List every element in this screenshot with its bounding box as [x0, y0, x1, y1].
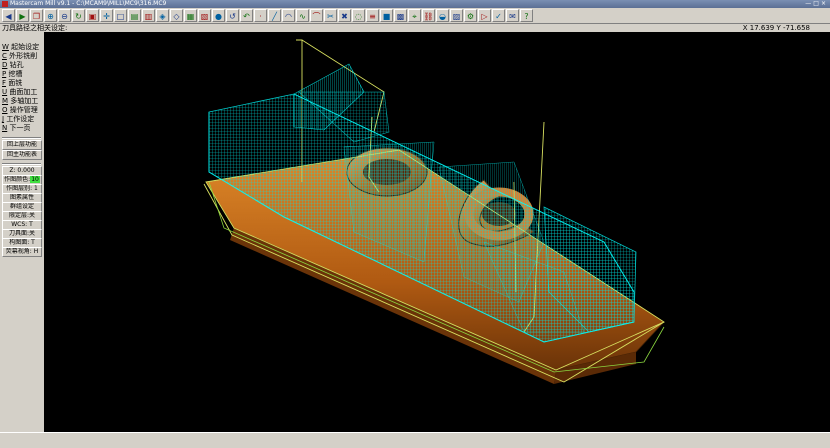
menu-item-job-setup[interactable]: W 起始设定 — [2, 43, 39, 52]
tplane-icon[interactable]: ▧ — [198, 9, 211, 22]
menu-item-pocket[interactable]: P 挖槽 — [2, 70, 22, 79]
cplane-icon[interactable]: ▦ — [184, 9, 197, 22]
window-controls[interactable]: —□× — [805, 0, 828, 8]
solid-icon[interactable]: ▨ — [450, 9, 463, 22]
graphics-viewport[interactable] — [44, 32, 830, 432]
point-icon[interactable]: · — [254, 9, 267, 22]
menu-item-next-page[interactable]: N 下一页 — [2, 124, 30, 133]
shade-icon[interactable]: ● — [212, 9, 225, 22]
menu-item-operations[interactable]: O 操作管理 — [2, 106, 38, 115]
analyze-icon[interactable]: ⌖ — [408, 9, 421, 22]
back-arrow-icon[interactable]: ◀ — [2, 9, 15, 22]
window-title: Mastercam Mill v9.1 - C:\MCAM9\MILL\MC9\… — [10, 0, 167, 7]
hide-icon[interactable]: ◌ — [352, 9, 365, 22]
prompt-bar: 刀具路径之相关设定: X 17.639 Y -71.658 — [0, 24, 830, 32]
forward-arrow-icon[interactable]: ▶ — [16, 9, 29, 22]
chain-icon[interactable]: ⛓ — [422, 9, 435, 22]
menu-item-face[interactable]: F 面铣 — [2, 79, 22, 88]
menu-divider — [2, 137, 41, 139]
surface-icon[interactable]: ◒ — [436, 9, 449, 22]
color-icon[interactable]: ■ — [380, 9, 393, 22]
menu-divider — [2, 163, 41, 165]
back-button[interactable]: 回上层功能 — [2, 140, 42, 150]
delete-icon[interactable]: ✖ — [338, 9, 351, 22]
post-icon[interactable]: ✉ — [506, 9, 519, 22]
main-menu: W 起始设定 C 外形铣削 D 钻孔 P 挖槽 F 面铣 U 曲面加工 M 多轴… — [0, 32, 45, 432]
zoom-window-icon[interactable]: ❐ — [30, 9, 43, 22]
spline-icon[interactable]: ∿ — [296, 9, 309, 22]
cursor-coordinates: X 17.639 Y -71.658 — [742, 24, 810, 32]
prompt-text: 刀具路径之相关设定: — [2, 24, 68, 32]
gview-top-icon[interactable]: □ — [114, 9, 127, 22]
verify-icon[interactable]: ✓ — [492, 9, 505, 22]
title-bar: Mastercam Mill v9.1 - C:\MCAM9\MILL\MC9\… — [0, 0, 830, 8]
menu-item-surface[interactable]: U 曲面加工 — [2, 88, 37, 97]
undo-icon[interactable]: ↶ — [240, 9, 253, 22]
backplot-icon[interactable]: ▷ — [478, 9, 491, 22]
line-icon[interactable]: ╱ — [268, 9, 281, 22]
rotate-icon[interactable]: ↺ — [226, 9, 239, 22]
mask-icon[interactable]: ▩ — [394, 9, 407, 22]
level-icon[interactable]: ≡ — [366, 9, 379, 22]
help-icon[interactable]: ? — [520, 9, 533, 22]
toolpath-icon[interactable]: ⚙ — [464, 9, 477, 22]
fit-icon[interactable]: ▣ — [86, 9, 99, 22]
zoom-in-icon[interactable]: ⊕ — [44, 9, 57, 22]
menu-item-multiaxis[interactable]: M 多轴加工 — [2, 97, 38, 106]
color-swatch: 10 — [30, 176, 40, 183]
gview-side-icon[interactable]: ▥ — [142, 9, 155, 22]
menu-item-drill[interactable]: D 钻孔 — [2, 61, 24, 70]
gview-normal-icon[interactable]: ◇ — [170, 9, 183, 22]
gview-front-icon[interactable]: ▤ — [128, 9, 141, 22]
app-icon — [2, 1, 8, 7]
main-menu-button[interactable]: 回主功能表 — [2, 150, 42, 160]
trim-icon[interactable]: ✂ — [324, 9, 337, 22]
menu-item-job-settings[interactable]: J 工作设定 — [2, 115, 34, 124]
main-toolbar: ◀ ▶ ❐ ⊕ ⊖ ↻ ▣ ✛ □ ▤ ▥ ◈ ◇ ▦ ▧ ● ↺ ↶ · ╱ ◠ ∿ ⌒ ✂ ✖ ◌ ≡ ■ ▩ ⌖ ⛓ ◒ ▨ ⚙ ▷ ✓ ✉? — [0, 8, 830, 24]
arc-icon[interactable]: ◠ — [282, 9, 295, 22]
redraw-icon[interactable]: ↻ — [72, 9, 85, 22]
gview-iso-icon[interactable]: ◈ — [156, 9, 169, 22]
pan-icon[interactable]: ✛ — [100, 9, 113, 22]
bottom-status-bar — [0, 432, 830, 448]
fillet-icon[interactable]: ⌒ — [310, 9, 323, 22]
toolpath-scene — [203, 39, 665, 384]
gview-button[interactable]: 荧幕视角: H — [2, 247, 42, 257]
zoom-out-icon[interactable]: ⊖ — [58, 9, 71, 22]
menu-item-contour[interactable]: C 外形铣削 — [2, 52, 37, 61]
